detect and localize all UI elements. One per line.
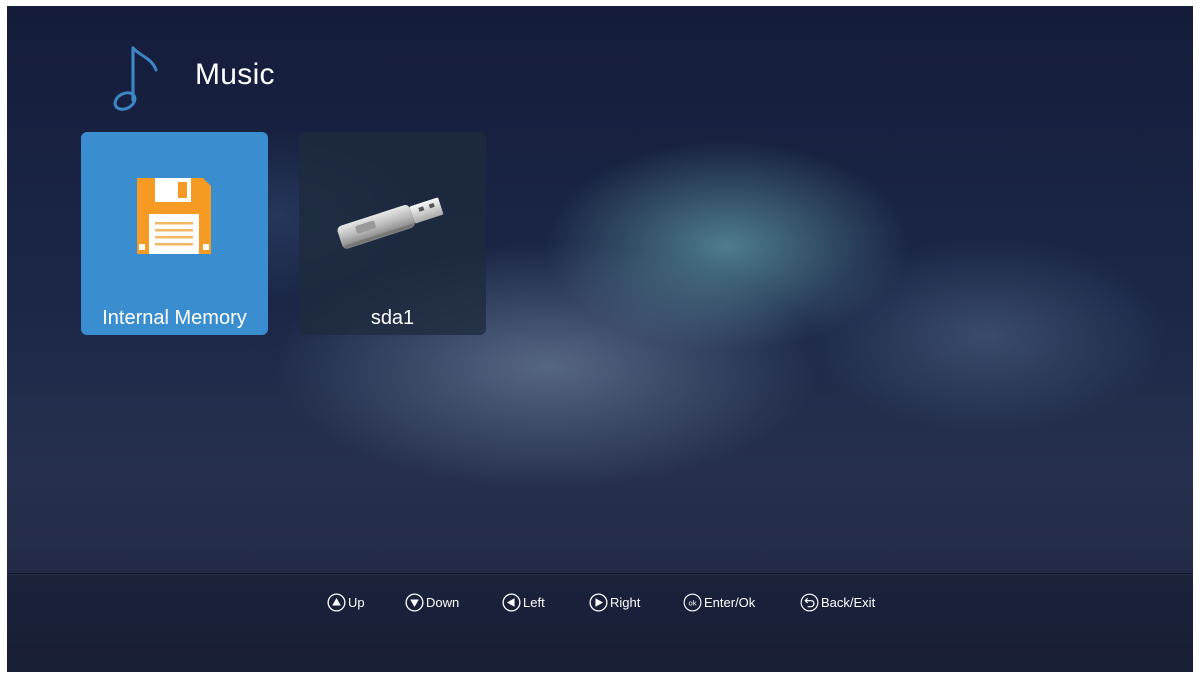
hint-up: Up xyxy=(327,593,365,612)
hint-label: Right xyxy=(610,595,641,610)
left-arrow-circle-icon xyxy=(502,593,521,612)
hint-label: Enter/Ok xyxy=(704,595,756,610)
footer-hints: Up Down Left Right ok Enter/Ok Back/Exit xyxy=(7,574,1193,672)
tile-label: Internal Memory xyxy=(102,307,247,329)
hint-label: Left xyxy=(523,595,545,610)
hint-label: Up xyxy=(348,595,365,610)
page-title: Music xyxy=(195,58,275,91)
right-arrow-circle-icon xyxy=(589,593,608,612)
header: Music xyxy=(7,6,1193,126)
hint-enter-ok: ok Enter/Ok xyxy=(683,593,755,612)
tile-sda1[interactable]: sda1 xyxy=(299,132,486,335)
back-circle-icon xyxy=(800,593,819,612)
up-arrow-circle-icon xyxy=(327,593,346,612)
tile-label: sda1 xyxy=(370,307,415,329)
hint-label: Back/Exit xyxy=(821,595,876,610)
hint-left: Left xyxy=(502,593,545,612)
usb-drive-icon xyxy=(337,197,444,249)
screen: Music Internal Memory sda1 Up Down Left … xyxy=(7,6,1193,672)
tile-internal-memory[interactable]: Internal Memory xyxy=(81,132,268,335)
hint-down: Down xyxy=(405,593,459,612)
hint-label: Down xyxy=(426,595,460,610)
down-arrow-circle-icon xyxy=(405,593,424,612)
ok-icon-text: ok xyxy=(688,598,696,607)
music-note-icon xyxy=(113,46,158,111)
ok-circle-icon: ok xyxy=(683,593,702,612)
floppy-disk-icon xyxy=(137,178,211,254)
hint-right: Right xyxy=(589,593,640,612)
hint-back-exit: Back/Exit xyxy=(800,593,875,612)
